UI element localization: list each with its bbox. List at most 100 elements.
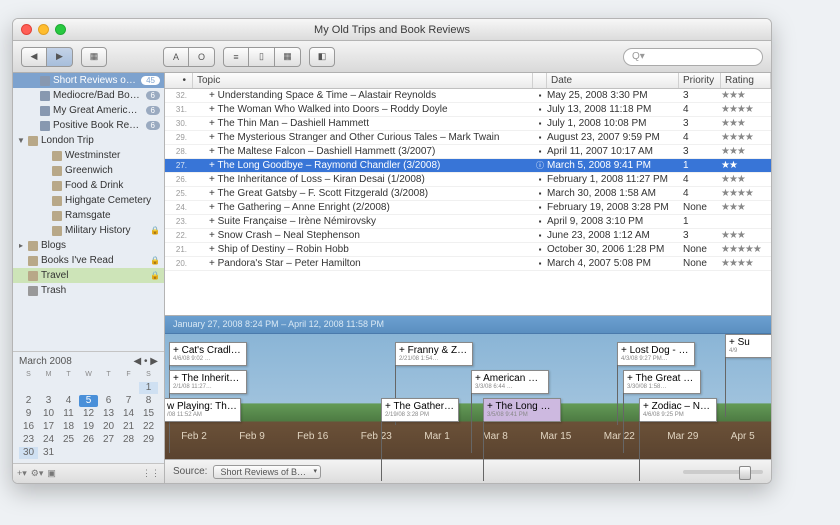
calendar-day[interactable]: 5 <box>79 395 98 407</box>
col-topic[interactable]: Topic <box>193 73 533 88</box>
sidebar-item[interactable]: ▼London Trip <box>13 133 164 148</box>
calendar-nav[interactable]: ◀ • ▶ <box>134 356 158 367</box>
calendar-day[interactable]: 26 <box>79 434 98 446</box>
timeline-flag[interactable]: + The Inheritanc…2/1/08 11:27… <box>169 370 247 394</box>
axis-tick: Feb 16 <box>297 431 328 445</box>
table-row[interactable]: 31.+ The Woman Who Walked into Doors – R… <box>165 103 771 117</box>
sidebar-item[interactable]: Food & Drink <box>13 178 164 193</box>
calendar-day[interactable]: 10 <box>39 408 58 420</box>
table-row[interactable]: 30.+ The Thin Man – Dashiell Hammett▪Jul… <box>165 117 771 131</box>
style-a-button[interactable]: A <box>163 47 189 67</box>
calendar-day[interactable]: 13 <box>99 408 118 420</box>
table-row[interactable]: 23.+ Suite Française – Irène Némirovsky▪… <box>165 215 771 229</box>
calendar-day[interactable]: 22 <box>139 421 158 433</box>
calendar-day[interactable]: 21 <box>119 421 138 433</box>
sidebar-item[interactable]: Positive Book Reviews6 <box>13 118 164 133</box>
calendar-day[interactable]: 4 <box>59 395 78 407</box>
sidebar-item[interactable]: My Great American Novel6 <box>13 103 164 118</box>
calendar-day[interactable]: 8 <box>139 395 158 407</box>
calendar-day <box>19 382 38 394</box>
table-row[interactable]: 29.+ The Mysterious Stranger and Other C… <box>165 131 771 145</box>
style-o-button[interactable]: O <box>189 47 215 67</box>
sidebar-item[interactable]: Greenwich <box>13 163 164 178</box>
col-rating[interactable]: Rating <box>721 73 771 88</box>
calendar-day[interactable]: 23 <box>19 434 38 446</box>
timeline-canvas[interactable]: Feb 2Feb 9Feb 16Feb 23Mar 1Mar 8Mar 15Ma… <box>165 334 771 459</box>
calendar-day[interactable]: 29 <box>139 434 158 446</box>
timeline-flag[interactable]: + Franny & Zooe…2/21/08 1:54… <box>395 342 473 366</box>
calendar-day[interactable]: 9 <box>19 408 38 420</box>
gear-icon[interactable]: ⚙▾ <box>31 468 44 479</box>
table-row[interactable]: 28.+ The Maltese Falcon – Dashiell Hamme… <box>165 145 771 159</box>
calendar-day[interactable]: 17 <box>39 421 58 433</box>
timeline-flag[interactable]: + Su4/9 <box>725 334 771 358</box>
view-card-button[interactable]: ▯ <box>249 47 275 67</box>
timeline-flag[interactable]: + Lost Dog - Bill…4/3/08 9:27 PM… <box>617 342 695 366</box>
sidebar-item[interactable]: Books I've Read🔒 <box>13 253 164 268</box>
view-list-button[interactable]: ≡ <box>223 47 249 67</box>
calendar-day[interactable]: 11 <box>59 408 78 420</box>
calendar-day[interactable]: 2 <box>19 395 38 407</box>
table-row[interactable]: 25.+ The Great Gatsby – F. Scott Fitzger… <box>165 187 771 201</box>
source-select[interactable]: Short Reviews of B… <box>213 465 321 479</box>
toolbar-action-button[interactable]: ◧ <box>309 47 335 67</box>
calendar-day[interactable]: 31 <box>39 447 58 459</box>
calendar-day[interactable]: 1 <box>139 382 158 394</box>
table-row[interactable]: 20.+ Pandora's Star – Peter Hamilton▪Mar… <box>165 257 771 271</box>
sidebar-item[interactable]: ▸Blogs <box>13 238 164 253</box>
calendar-day[interactable]: 3 <box>39 395 58 407</box>
timeline-flag[interactable]: + Zodiac – Neal S…4/6/08 9:25 PM <box>639 398 717 422</box>
view-grid-button[interactable]: ▦ <box>275 47 301 67</box>
search-input[interactable]: Q▾ <box>623 48 763 66</box>
table-row[interactable]: 24.+ The Gathering – Anne Enright (2/200… <box>165 201 771 215</box>
calendar-day[interactable]: 12 <box>79 408 98 420</box>
sidebar-item[interactable]: Travel🔒 <box>13 268 164 283</box>
col-number[interactable]: • <box>165 73 193 88</box>
zoom-slider[interactable] <box>683 470 763 474</box>
table-row[interactable]: 22.+ Snow Crash – Neal Stephenson▪June 2… <box>165 229 771 243</box>
sidebar-resize[interactable]: ⋮⋮ <box>142 468 160 479</box>
sidebar-item[interactable]: Highgate Cemetery <box>13 193 164 208</box>
nav-fwd-button[interactable]: ▶ <box>47 47 73 67</box>
calendar-day[interactable]: 27 <box>99 434 118 446</box>
timeline-flag[interactable]: + The Great Gat…3/30/08 1:58… <box>623 370 701 394</box>
calendar-day[interactable]: 14 <box>119 408 138 420</box>
sidebar-item[interactable]: Mediocre/Bad Book Re…6 <box>13 88 164 103</box>
calendar-day <box>59 382 78 394</box>
table-row[interactable]: 26.+ The Inheritance of Loss – Kiran Des… <box>165 173 771 187</box>
sidebar-item[interactable]: Ramsgate <box>13 208 164 223</box>
add-button[interactable]: +▾ <box>17 468 27 479</box>
calendar-day[interactable]: 30 <box>19 447 38 459</box>
calendar-day[interactable]: 15 <box>139 408 158 420</box>
calendar-day[interactable]: 16 <box>19 421 38 433</box>
calendar-day[interactable]: 28 <box>119 434 138 446</box>
titlebar[interactable]: My Old Trips and Book Reviews <box>13 19 771 41</box>
sidebar-item[interactable]: Short Reviews of Boo…45 <box>13 73 164 88</box>
calendar-day[interactable]: 20 <box>99 421 118 433</box>
toolbar-new-button[interactable]: ▦ <box>81 47 107 67</box>
col-priority[interactable]: Priority <box>679 73 721 88</box>
sidebar-item[interactable]: Trash <box>13 283 164 298</box>
calendar-day[interactable]: 7 <box>119 395 138 407</box>
calendar-day[interactable]: 18 <box>59 421 78 433</box>
timeline-flag[interactable]: + Cat's Cradle - …4/6/08 9:02 … <box>169 342 247 366</box>
calendar-day[interactable]: 24 <box>39 434 58 446</box>
timeline-flag[interactable]: + The Gathering…2/19/08 3:28 PM <box>381 398 459 422</box>
timeline-flag[interactable]: w Playing: Th…/08 11:52 AM <box>165 398 241 422</box>
calendar-day[interactable]: 25 <box>59 434 78 446</box>
nav-back-button[interactable]: ◀ <box>21 47 47 67</box>
table-row[interactable]: 27.+ The Long Goodbye – Raymond Chandler… <box>165 159 771 173</box>
calendar-day[interactable]: 6 <box>99 395 118 407</box>
timeline-flag[interactable]: + American Gods…3/3/08 6:44 … <box>471 370 549 394</box>
table-header[interactable]: • Topic Date Priority Rating <box>165 73 771 89</box>
calendar[interactable]: March 2008 ◀ • ▶ SMTWTFS1234567891011121… <box>13 351 164 463</box>
table-row[interactable]: 21.+ Ship of Destiny – Robin Hobb▪Octobe… <box>165 243 771 257</box>
sidebar-item[interactable]: Military History🔒 <box>13 223 164 238</box>
folder-icon[interactable]: ▣ <box>47 468 56 479</box>
sidebar-item[interactable]: Westminster <box>13 148 164 163</box>
col-date[interactable]: Date <box>547 73 679 88</box>
calendar-day[interactable]: 19 <box>79 421 98 433</box>
calendar-day <box>79 382 98 394</box>
table-row[interactable]: 32.+ Understanding Space & Time – Alasta… <box>165 89 771 103</box>
timeline-flag[interactable]: + The Long Goo…3/5/08 9:41 PM <box>483 398 561 422</box>
